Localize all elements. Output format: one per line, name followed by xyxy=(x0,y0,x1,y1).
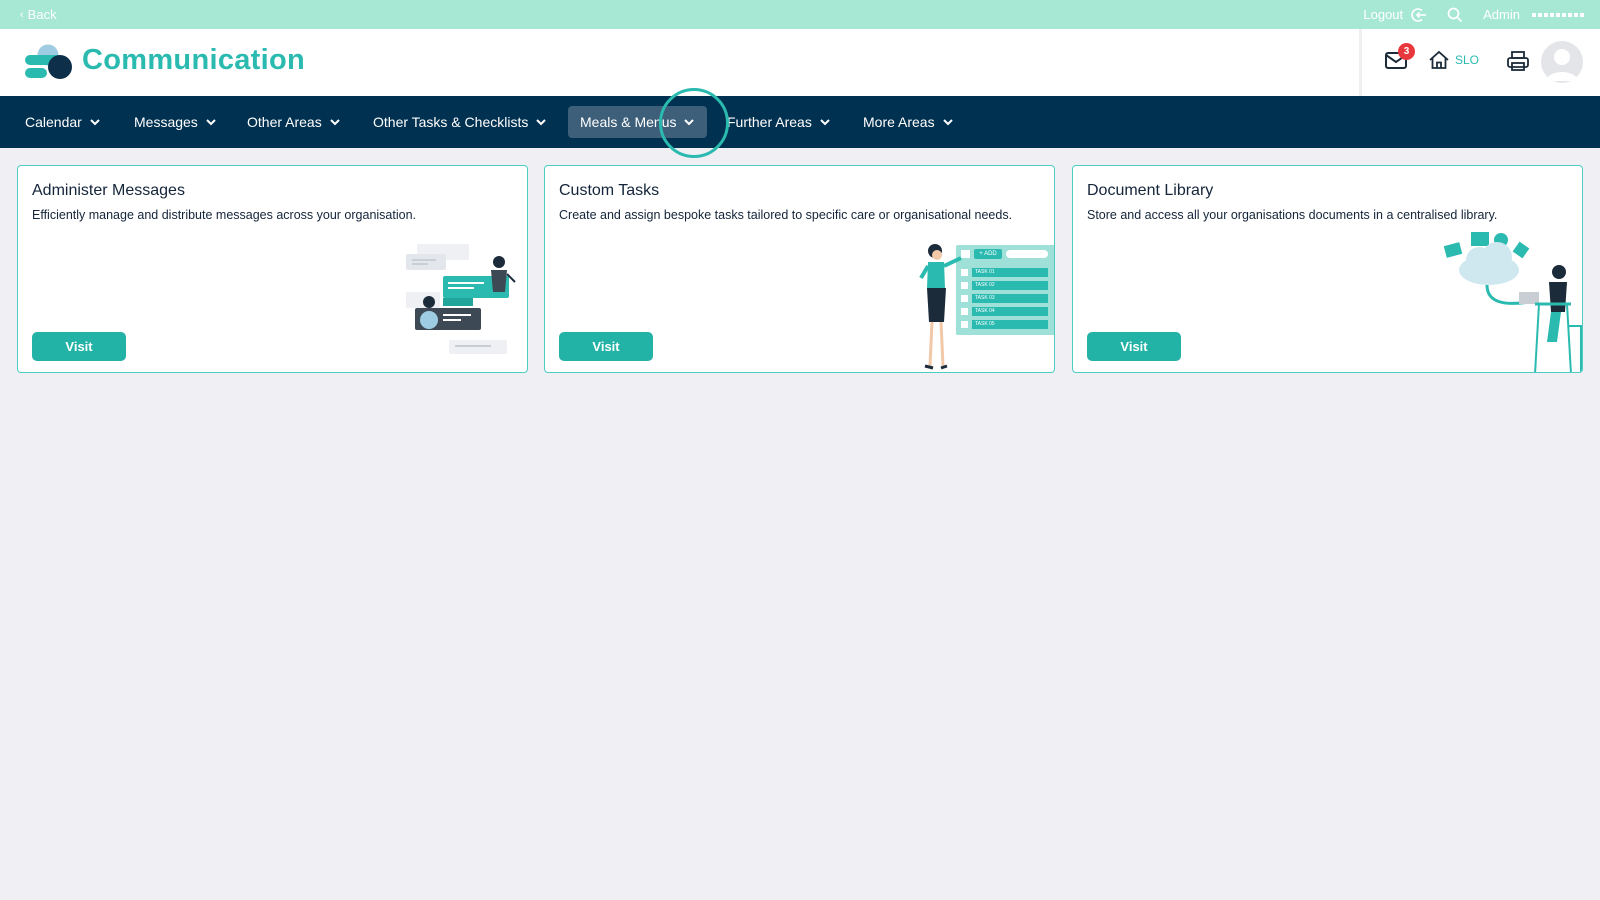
board-add-button: + ADD xyxy=(974,249,1002,259)
chevron-down-icon xyxy=(820,119,830,126)
nav-item-label: Calendar xyxy=(25,114,82,130)
logo-icon xyxy=(25,44,72,79)
nav-item-label: Meals & Menus xyxy=(580,114,677,130)
nav-item-further-areas[interactable]: Further Areas xyxy=(715,106,843,138)
board-row-label: TASK 03 xyxy=(972,294,1048,303)
print-icon[interactable] xyxy=(1506,50,1530,72)
nav-item-calendar[interactable]: Calendar xyxy=(13,106,113,138)
nav-item-label: More Areas xyxy=(863,114,935,130)
home-icon xyxy=(1429,50,1449,69)
chevron-left-icon: ‹ xyxy=(20,8,24,21)
board-row-label: TASK 04 xyxy=(972,307,1048,316)
visit-button[interactable]: Visit xyxy=(559,332,653,361)
card-description: Efficiently manage and distribute messag… xyxy=(32,208,417,222)
board-rows: TASK 01 TASK 02 TASK 03 TASK 04 TASK 05 xyxy=(961,268,1048,329)
home-label: SLO xyxy=(1455,53,1480,67)
card-title: Administer Messages xyxy=(32,182,185,199)
board-row: TASK 04 xyxy=(961,307,1048,316)
user-menu[interactable]: Admin xyxy=(1483,7,1520,22)
logout-label: Logout xyxy=(1363,7,1404,22)
woman-presenting-illustration xyxy=(919,244,962,370)
card-document-library: Document Library Store and access all yo… xyxy=(1072,165,1583,373)
mail-count-badge: 3 xyxy=(1398,43,1415,60)
logout-button[interactable]: Logout xyxy=(1363,7,1427,23)
nav-item-messages[interactable]: Messages xyxy=(122,106,229,138)
board-row: TASK 05 xyxy=(961,320,1048,329)
avatar[interactable] xyxy=(1541,41,1583,83)
nav-item-other-areas[interactable]: Other Areas xyxy=(235,106,353,138)
chevron-down-icon xyxy=(329,119,340,126)
chevron-down-icon xyxy=(90,119,100,126)
user-label: Admin xyxy=(1483,7,1520,22)
search-icon xyxy=(1447,7,1463,22)
task-board-illustration: + ADD TASK 01 TASK 02 TASK 03 TASK 04 TA… xyxy=(956,245,1054,335)
board-row-label: TASK 01 xyxy=(972,268,1048,277)
nav-item-more-areas[interactable]: More Areas xyxy=(851,106,966,138)
messaging-people-illustration xyxy=(406,244,516,354)
visit-button[interactable]: Visit xyxy=(32,332,126,361)
search-button[interactable] xyxy=(1447,7,1463,23)
user-icon xyxy=(1546,49,1578,81)
page-title: Communication xyxy=(82,44,306,76)
nav-item-label: Other Areas xyxy=(247,114,322,130)
back-link[interactable]: ‹ Back xyxy=(20,7,57,22)
nav-item-label: Messages xyxy=(134,114,198,130)
back-label: Back xyxy=(27,7,57,22)
card-title: Custom Tasks xyxy=(559,182,660,199)
chevron-down-icon xyxy=(942,119,953,126)
card-administer-messages: Administer Messages Efficiently manage a… xyxy=(17,165,528,373)
board-row-label: TASK 02 xyxy=(972,281,1048,290)
chevron-down-icon xyxy=(684,119,695,126)
nav-item-meals-menus[interactable]: Meals & Menus xyxy=(568,106,708,138)
cloud-library-illustration xyxy=(1443,232,1582,372)
card-description: Create and assign bespoke tasks tailored… xyxy=(559,208,1013,222)
apps-grid-icon[interactable] xyxy=(1532,12,1584,17)
card-description: Store and access all your organisations … xyxy=(1087,208,1498,222)
chevron-down-icon xyxy=(536,119,547,126)
card-custom-tasks: Custom Tasks Create and assign bespoke t… xyxy=(544,165,1055,373)
top-utility-bar: ‹ Back Logout Admin xyxy=(0,0,1600,29)
header-divider xyxy=(1359,29,1362,96)
board-search-field xyxy=(1006,250,1048,258)
nav-item-label: Further Areas xyxy=(727,114,812,130)
nav-item-label: Other Tasks & Checklists xyxy=(373,114,529,130)
logout-icon xyxy=(1411,7,1427,22)
board-row: TASK 03 xyxy=(961,294,1048,303)
board-row-label: TASK 05 xyxy=(972,320,1048,329)
app-header: Communication 3 SLO xyxy=(0,29,1600,96)
home-button[interactable]: SLO xyxy=(1428,50,1479,70)
topbar-actions: Logout Admin xyxy=(1363,0,1584,29)
board-row: TASK 01 xyxy=(961,268,1048,277)
chevron-down-icon xyxy=(206,119,216,126)
visit-button[interactable]: Visit xyxy=(1087,332,1181,361)
board-row: TASK 02 xyxy=(961,281,1048,290)
main-nav: Calendar Messages Other Areas Other Task… xyxy=(0,96,1600,148)
nav-item-other-tasks-checklists[interactable]: Other Tasks & Checklists xyxy=(361,106,559,138)
card-title: Document Library xyxy=(1087,182,1214,199)
